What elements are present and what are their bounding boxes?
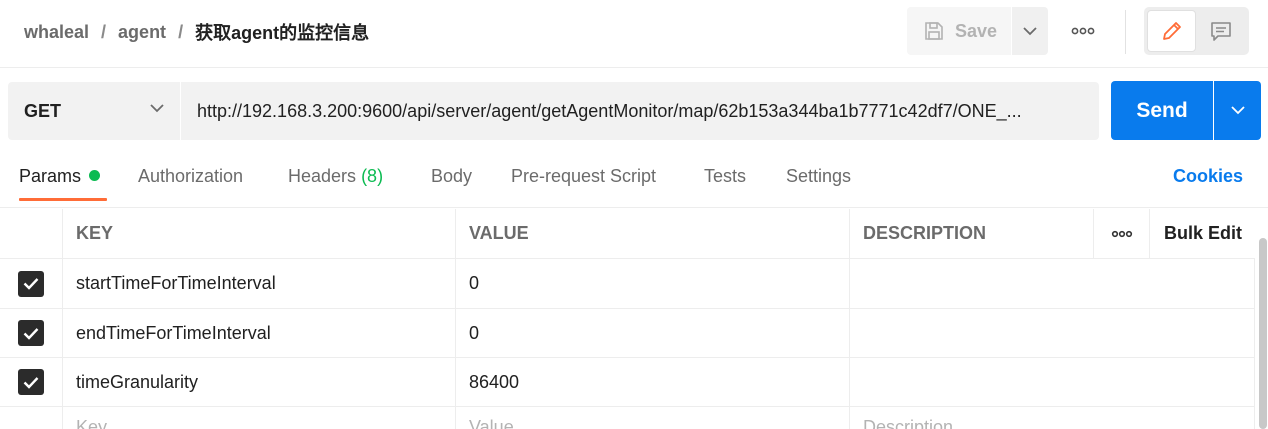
param-key-input[interactable]: endTimeForTimeInterval — [62, 309, 456, 357]
more-horizontal-icon — [1111, 230, 1133, 237]
new-param-key-input[interactable]: Key — [62, 407, 456, 429]
column-header-value: VALUE — [455, 209, 850, 258]
method-value: GET — [24, 100, 62, 121]
param-value-input[interactable]: 0 — [455, 309, 850, 357]
tab-params-label: Params — [19, 166, 82, 186]
scrollbar-thumb[interactable] — [1259, 238, 1267, 429]
cookies-link[interactable]: Cookies — [1173, 166, 1243, 187]
param-description-input[interactable] — [849, 309, 1255, 357]
send-button[interactable]: Send — [1111, 81, 1213, 140]
params-active-dot — [89, 170, 101, 181]
chevron-down-icon — [1023, 26, 1037, 35]
save-group: Save — [907, 7, 1048, 55]
tab-prerequest-script[interactable]: Pre-request Script — [511, 166, 656, 187]
table-header-row: KEY VALUE DESCRIPTION Bulk Edit — [0, 209, 1255, 259]
save-options-button[interactable] — [1012, 7, 1048, 55]
column-options-button[interactable] — [1093, 209, 1150, 258]
header-divider — [1125, 10, 1126, 54]
row-check-cell — [0, 309, 62, 357]
new-param-description-input[interactable]: Description — [849, 407, 1255, 429]
save-button[interactable]: Save — [907, 7, 1011, 55]
send-group: Send — [1111, 81, 1261, 140]
tab-params[interactable]: Params — [19, 166, 101, 187]
headers-count: (8) — [361, 166, 384, 186]
param-description-input[interactable] — [849, 358, 1255, 406]
row-check-cell — [0, 259, 62, 308]
url-text: http://192.168.3.200:9600/api/server/age… — [197, 100, 1022, 121]
table-row: startTimeForTimeInterval 0 — [0, 259, 1255, 309]
breadcrumb: whaleal / agent / 获取agent的监控信息 — [24, 19, 369, 45]
check-icon — [23, 376, 39, 389]
send-options-button[interactable] — [1214, 81, 1261, 140]
breadcrumb-workspace[interactable]: whaleal — [24, 22, 89, 43]
more-actions-button[interactable] — [1063, 14, 1103, 48]
view-toggle — [1144, 7, 1249, 55]
bulk-edit-button[interactable]: Bulk Edit — [1149, 209, 1255, 258]
request-tabs: Params Authorization Headers (8) Body Pr… — [0, 158, 1268, 208]
new-param-value-input[interactable]: Value — [455, 407, 850, 429]
chevron-down-icon — [150, 104, 164, 113]
tab-tests[interactable]: Tests — [704, 166, 746, 187]
tab-body[interactable]: Body — [431, 166, 472, 187]
param-key-input[interactable]: startTimeForTimeInterval — [62, 259, 456, 308]
comment-icon — [1210, 22, 1231, 41]
tab-headers[interactable]: Headers (8) — [288, 166, 383, 187]
request-name[interactable]: 获取agent的监控信息 — [195, 19, 369, 45]
request-header: whaleal / agent / 获取agent的监控信息 Save — [0, 0, 1268, 68]
param-description-input[interactable] — [849, 259, 1255, 308]
param-value-input[interactable]: 86400 — [455, 358, 850, 406]
breadcrumb-separator: / — [101, 21, 107, 42]
tab-authorization[interactable]: Authorization — [138, 166, 243, 187]
column-header-key: KEY — [62, 209, 456, 258]
breadcrumb-collection[interactable]: agent — [118, 22, 166, 43]
table-row: timeGranularity 86400 — [0, 358, 1255, 407]
tab-settings[interactable]: Settings — [786, 166, 851, 187]
check-icon — [23, 278, 39, 290]
param-value-input[interactable]: 0 — [455, 259, 850, 308]
table-row: endTimeForTimeInterval 0 — [0, 309, 1255, 358]
chevron-down-icon — [1230, 106, 1245, 115]
more-horizontal-icon — [1071, 27, 1095, 35]
row-enabled-checkbox[interactable] — [18, 270, 44, 297]
param-key-input[interactable]: timeGranularity — [62, 358, 456, 406]
breadcrumb-separator: / — [178, 21, 184, 42]
table-row-new: Key Value Description — [0, 407, 1255, 429]
row-enabled-checkbox[interactable] — [18, 320, 44, 346]
comments-view-button[interactable] — [1196, 10, 1245, 52]
active-tab-indicator — [19, 198, 107, 201]
check-icon — [23, 327, 39, 340]
save-icon — [925, 22, 943, 40]
tab-headers-label: Headers — [288, 166, 357, 186]
method-select[interactable]: GET — [8, 82, 180, 140]
url-input[interactable]: http://192.168.3.200:9600/api/server/age… — [181, 82, 1099, 140]
row-check-cell — [0, 358, 62, 406]
column-header-description: DESCRIPTION — [849, 209, 1093, 258]
pencil-icon — [1162, 22, 1181, 40]
edit-view-button[interactable] — [1147, 10, 1196, 52]
row-enabled-checkbox[interactable] — [18, 369, 44, 395]
save-label: Save — [955, 20, 998, 41]
